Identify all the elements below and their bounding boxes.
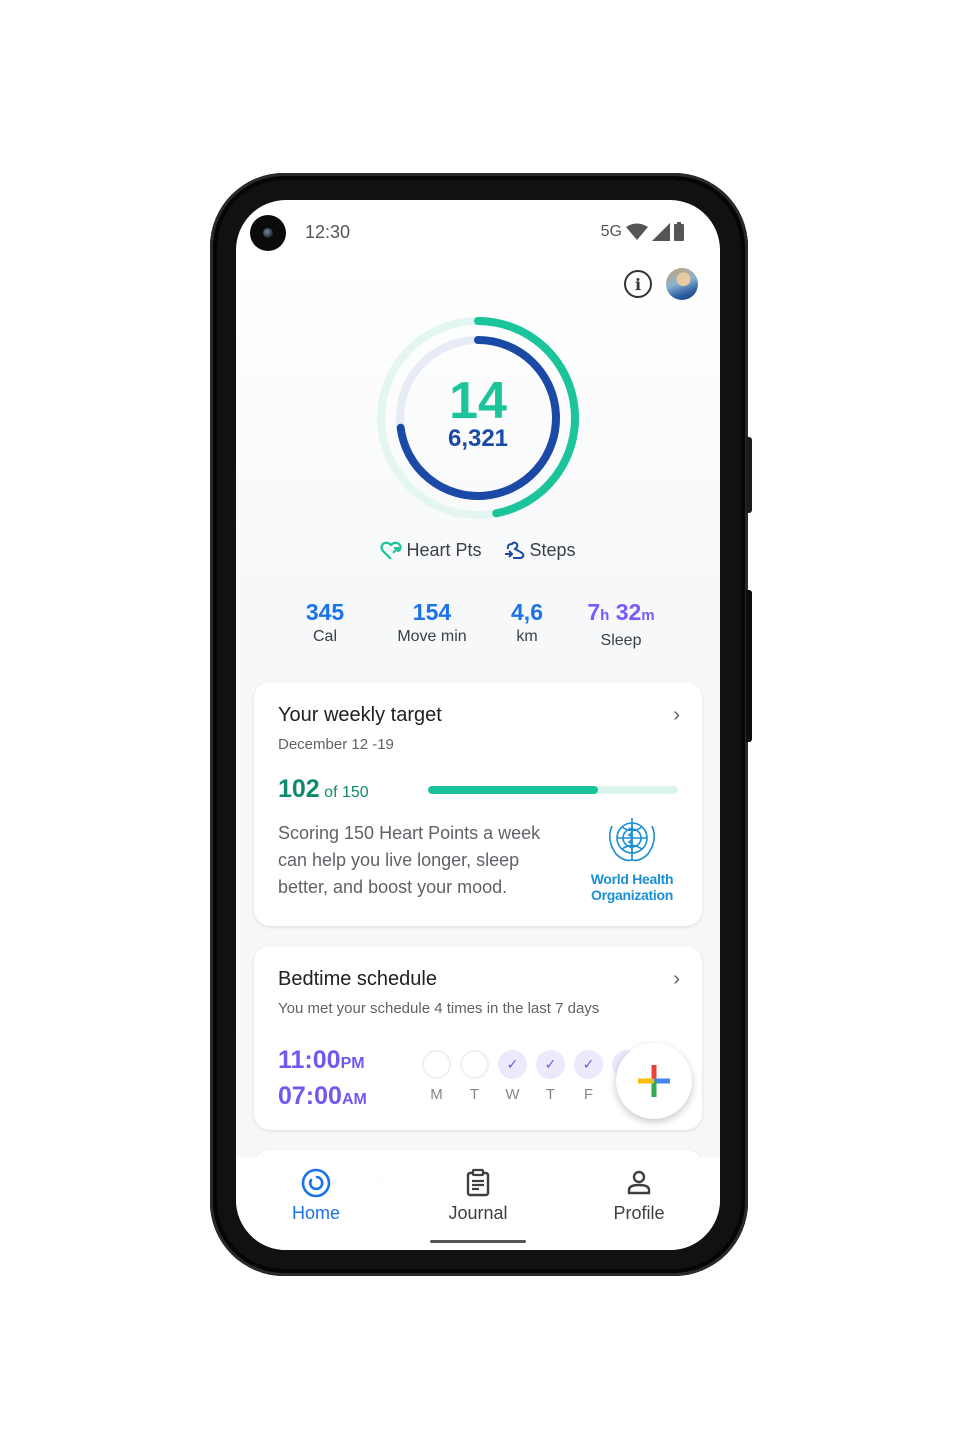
stat-label: Sleep [600,632,642,649]
weekday-item: M [422,1050,451,1103]
date-range: December 12 -19 [278,736,394,753]
legend-heart-pts: Heart Pts [380,540,482,561]
stat-value: 154 [412,599,452,625]
weekday-label: W [505,1086,520,1103]
target-progress-fill [428,786,598,794]
who-logo: World Health Organization [584,814,680,903]
card-title: Your weekly target [278,704,442,726]
nav-label: Home [291,1203,340,1223]
sleep-hours-unit: h [600,607,610,624]
ring-values: 14 6,321 [373,313,583,523]
add-button[interactable] [616,1043,692,1119]
weekday-label: M [430,1086,443,1103]
weekday-label: T [469,1086,480,1103]
weekday-item: ✓ T [536,1050,565,1103]
stat-label: Cal [312,628,337,645]
wake-time-value: 07:00 [278,1082,342,1110]
stat-label: km [516,628,538,645]
heart-points-value: 14 [449,372,507,430]
sleep-hours: 7 [587,599,601,625]
check-icon: ✓ [498,1050,527,1079]
stat-move-min[interactable]: 154 Move min [397,598,466,646]
chevron-right-icon: › [673,968,680,990]
home-ring-icon [301,1168,331,1198]
steps-value: 6,321 [447,425,509,452]
front-camera [250,215,286,251]
sleep-minutes-unit: m [641,607,655,624]
weekday-item: ✓ W [498,1050,527,1103]
nav-label: Profile [613,1203,665,1223]
who-emblem-icon [608,818,656,862]
volume-button [746,590,752,742]
card-title: Bedtime schedule [278,968,437,990]
power-button [746,437,752,513]
heart-pts-icon [380,541,403,560]
empty-day-indicator [422,1050,451,1079]
target-progress-label: 102 of 150 [278,775,369,804]
wake-time: 07:00AM [278,1080,367,1116]
bedtime-times: 11:00PM 07:00AM [278,1044,367,1116]
gesture-handle[interactable] [430,1240,526,1243]
legend-heart-pts-label: Heart Pts [406,540,482,560]
nav-label: Journal [448,1203,508,1223]
weekday-tracker: MT✓W✓T✓F✓S [422,1050,641,1103]
avatar[interactable] [666,268,698,300]
weekday-label: F [583,1086,594,1103]
header-actions: i [624,268,698,300]
wake-time-suffix: AM [341,1091,367,1108]
nav-journal[interactable]: Journal [418,1167,538,1224]
ring-legend: Heart Pts Steps [236,540,720,561]
stat-distance[interactable]: 4,6 km [511,598,543,646]
legend-steps-label: Steps [529,540,576,560]
bottom-navigation: Home Journal Profile [236,1157,720,1250]
target-description: Scoring 150 Heart Points a week can help… [278,823,541,897]
info-icon[interactable]: i [624,270,652,298]
weekly-target-card[interactable]: Your weekly target › December 12 -19 102… [254,682,702,926]
stat-value: 4,6 [511,599,543,625]
activity-rings[interactable]: 14 6,321 [373,313,583,523]
empty-day-indicator [460,1050,489,1079]
bed-time-suffix: PM [340,1055,365,1072]
wifi-icon [626,223,648,240]
journal-icon [466,1168,490,1197]
signal-icon [652,222,670,241]
target-progress-bar [428,786,678,794]
stat-sleep[interactable]: 7h 32m Sleep [587,598,654,650]
stat-label: Move min [397,628,467,645]
check-icon: ✓ [574,1050,603,1079]
weekday-item: ✓ F [574,1050,603,1103]
add-icon [638,1065,670,1097]
who-line2: Organization [591,887,673,903]
chevron-right-icon: › [673,704,680,726]
who-line1: World Health [590,871,674,887]
status-time: 12:30 [305,222,351,242]
target-current: 102 [278,775,320,803]
weekday-item: T [460,1050,489,1103]
check-icon: ✓ [536,1050,565,1079]
profile-icon [627,1170,651,1195]
target-total: of 150 [324,784,369,801]
stat-value: 7h 32m [587,598,654,630]
stat-calories[interactable]: 345 Cal [306,598,344,646]
steps-icon [504,541,524,559]
nav-profile[interactable]: Profile [579,1167,699,1224]
bed-time-value: 11:00 [278,1046,341,1074]
network-label: 5G [600,222,622,240]
stat-value: 345 [305,599,345,625]
status-icons: 5G [601,222,684,241]
nav-home[interactable]: Home [256,1167,376,1224]
bedtime-subtitle: You met your schedule 4 times in the las… [278,1000,600,1017]
screen: 12:30 5G i 14 6,321 Heart Pts Steps 345 … [236,200,720,1250]
legend-steps: Steps [504,540,576,561]
sleep-minutes: 32 [615,599,642,625]
battery-icon [674,222,684,241]
bed-time: 11:00PM [278,1044,367,1080]
weekday-label: T [545,1086,556,1103]
